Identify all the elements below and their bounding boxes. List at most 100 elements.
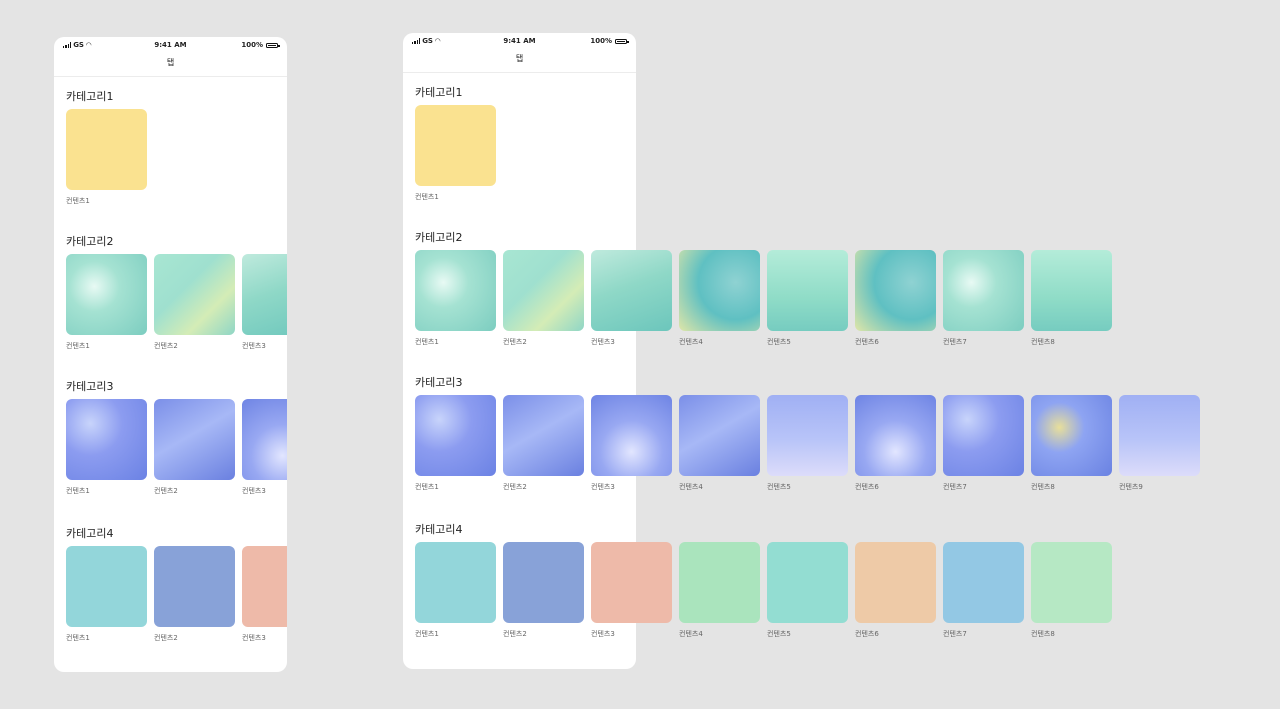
content-caption: 컨텐츠4	[679, 483, 703, 491]
content-thumbnail[interactable]	[591, 542, 672, 623]
content-thumbnail[interactable]	[66, 254, 147, 335]
category-title: 카테고리2	[415, 231, 463, 244]
content-row[interactable]: 컨텐츠1 컨텐츠2 컨텐츠3 컨텐츠4 컨텐츠5 컨텐츠6 컨텐츠7 컨텐츠8	[415, 542, 1112, 639]
content-card[interactable]: 컨텐츠1	[66, 254, 147, 351]
content-thumbnail[interactable]	[154, 546, 235, 627]
content-card[interactable]: 컨텐츠3	[591, 395, 672, 492]
content-thumbnail[interactable]	[679, 542, 760, 623]
content-card[interactable]: 컨텐츠1	[66, 109, 147, 206]
content-thumbnail[interactable]	[503, 395, 584, 476]
content-card[interactable]: 컨텐츠1	[415, 105, 496, 202]
content-caption: 컨텐츠7	[943, 630, 967, 638]
content-card[interactable]: 컨텐츠7	[943, 542, 1024, 639]
content-card[interactable]: 컨텐츠1	[415, 250, 496, 347]
content-thumbnail[interactable]	[415, 542, 496, 623]
content-card[interactable]: 컨텐츠1	[66, 546, 147, 643]
content-thumbnail[interactable]	[415, 105, 496, 186]
content-caption: 컨텐츠1	[415, 338, 439, 346]
content-caption: 컨텐츠2	[503, 483, 527, 491]
content-caption: 컨텐츠3	[242, 342, 266, 350]
content-card[interactable]: 컨텐츠6	[855, 395, 936, 492]
content-thumbnail[interactable]	[242, 399, 287, 480]
content-card[interactable]: 컨텐츠1	[66, 399, 147, 496]
content-thumbnail[interactable]	[767, 395, 848, 476]
content-thumbnail[interactable]	[679, 395, 760, 476]
content-thumbnail[interactable]	[855, 542, 936, 623]
content-card[interactable]: 컨텐츠4	[679, 395, 760, 492]
category-title: 카테고리1	[415, 86, 463, 99]
content-thumbnail[interactable]	[767, 250, 848, 331]
content-thumbnail[interactable]	[66, 109, 147, 190]
content-thumbnail[interactable]	[1031, 395, 1112, 476]
content-card[interactable]: 컨텐츠3	[242, 254, 287, 351]
content-thumbnail[interactable]	[943, 250, 1024, 331]
category-title: 카테고리3	[415, 376, 463, 389]
battery: 100%	[590, 37, 629, 45]
content-caption: 컨텐츠1	[66, 342, 90, 350]
content-thumbnail[interactable]	[1031, 250, 1112, 331]
content-thumbnail[interactable]	[679, 250, 760, 331]
content-row[interactable]: 컨텐츠1 컨텐츠2 컨텐츠3 컨텐츠4 컨텐츠5 컨텐츠6 컨텐츠7 컨텐츠8	[415, 250, 1112, 347]
content-row[interactable]: 컨텐츠1 컨텐츠2 컨텐츠3 컨텐츠4 컨텐츠5 컨텐츠6 컨텐츠7 컨텐츠8 …	[415, 395, 1200, 492]
content-card[interactable]: 컨텐츠6	[855, 542, 936, 639]
content-card[interactable]: 컨텐츠3	[242, 399, 287, 496]
content-thumbnail[interactable]	[154, 254, 235, 335]
content-thumbnail[interactable]	[242, 546, 287, 627]
content-caption: 컨텐츠4	[679, 630, 703, 638]
category-2: 카테고리2 컨텐츠1 컨텐츠2 컨텐츠3	[66, 234, 287, 350]
content-card[interactable]: 컨텐츠2	[503, 250, 584, 347]
content-card[interactable]: 컨텐츠6	[855, 250, 936, 347]
content-card[interactable]: 컨텐츠2	[154, 399, 235, 496]
content-card[interactable]: 컨텐츠5	[767, 395, 848, 492]
content-card[interactable]: 컨텐츠3	[591, 542, 672, 639]
content-row[interactable]: 컨텐츠1 컨텐츠2 컨텐츠3	[66, 399, 287, 496]
content-thumbnail[interactable]	[415, 250, 496, 331]
content-card[interactable]: 컨텐츠2	[154, 254, 235, 351]
content-card[interactable]: 컨텐츠2	[503, 395, 584, 492]
content-thumbnail[interactable]	[503, 250, 584, 331]
content-card[interactable]: 컨텐츠5	[767, 250, 848, 347]
content-thumbnail[interactable]	[855, 250, 936, 331]
content-card[interactable]: 컨텐츠1	[415, 542, 496, 639]
category-4: 카테고리4 컨텐츠1 컨텐츠2 컨텐츠3	[66, 526, 287, 642]
category-1: 카테고리1 컨텐츠1	[415, 85, 496, 201]
category-4: 카테고리4 컨텐츠1 컨텐츠2 컨텐츠3 컨텐츠4 컨텐츠5 컨텐츠6 컨텐츠7…	[415, 522, 1112, 638]
content-thumbnail[interactable]	[943, 395, 1024, 476]
content-caption: 컨텐츠5	[767, 483, 791, 491]
content-card[interactable]: 컨텐츠4	[679, 250, 760, 347]
content-card[interactable]: 컨텐츠9	[1119, 395, 1200, 492]
content-thumbnail[interactable]	[767, 542, 848, 623]
content-card[interactable]: 컨텐츠7	[943, 395, 1024, 492]
content-card[interactable]: 컨텐츠2	[154, 546, 235, 643]
content-card[interactable]: 컨텐츠3	[591, 250, 672, 347]
content-thumbnail[interactable]	[855, 395, 936, 476]
content-thumbnail[interactable]	[154, 399, 235, 480]
category-title: 카테고리3	[66, 380, 114, 393]
content-thumbnail[interactable]	[1031, 542, 1112, 623]
content-row[interactable]: 컨텐츠1 컨텐츠2 컨텐츠3	[66, 254, 287, 351]
content-thumbnail[interactable]	[242, 254, 287, 335]
content-caption: 컨텐츠1	[66, 487, 90, 495]
content-thumbnail[interactable]	[943, 542, 1024, 623]
content-caption: 컨텐츠2	[154, 634, 178, 642]
content-thumbnail[interactable]	[415, 395, 496, 476]
content-thumbnail[interactable]	[503, 542, 584, 623]
content-caption: 컨텐츠8	[1031, 630, 1055, 638]
content-thumbnail[interactable]	[1119, 395, 1200, 476]
content-card[interactable]: 컨텐츠4	[679, 542, 760, 639]
content-card[interactable]: 컨텐츠8	[1031, 542, 1112, 639]
content-card[interactable]: 컨텐츠1	[415, 395, 496, 492]
content-card[interactable]: 컨텐츠2	[503, 542, 584, 639]
content-card[interactable]: 컨텐츠7	[943, 250, 1024, 347]
content-thumbnail[interactable]	[66, 399, 147, 480]
battery-icon	[266, 42, 280, 48]
content-card[interactable]: 컨텐츠3	[242, 546, 287, 643]
content-card[interactable]: 컨텐츠5	[767, 542, 848, 639]
battery-label: 100%	[241, 41, 263, 49]
content-card[interactable]: 컨텐츠8	[1031, 250, 1112, 347]
content-thumbnail[interactable]	[591, 250, 672, 331]
content-row[interactable]: 컨텐츠1 컨텐츠2 컨텐츠3	[66, 546, 287, 643]
content-thumbnail[interactable]	[66, 546, 147, 627]
content-thumbnail[interactable]	[591, 395, 672, 476]
content-card[interactable]: 컨텐츠8	[1031, 395, 1112, 492]
